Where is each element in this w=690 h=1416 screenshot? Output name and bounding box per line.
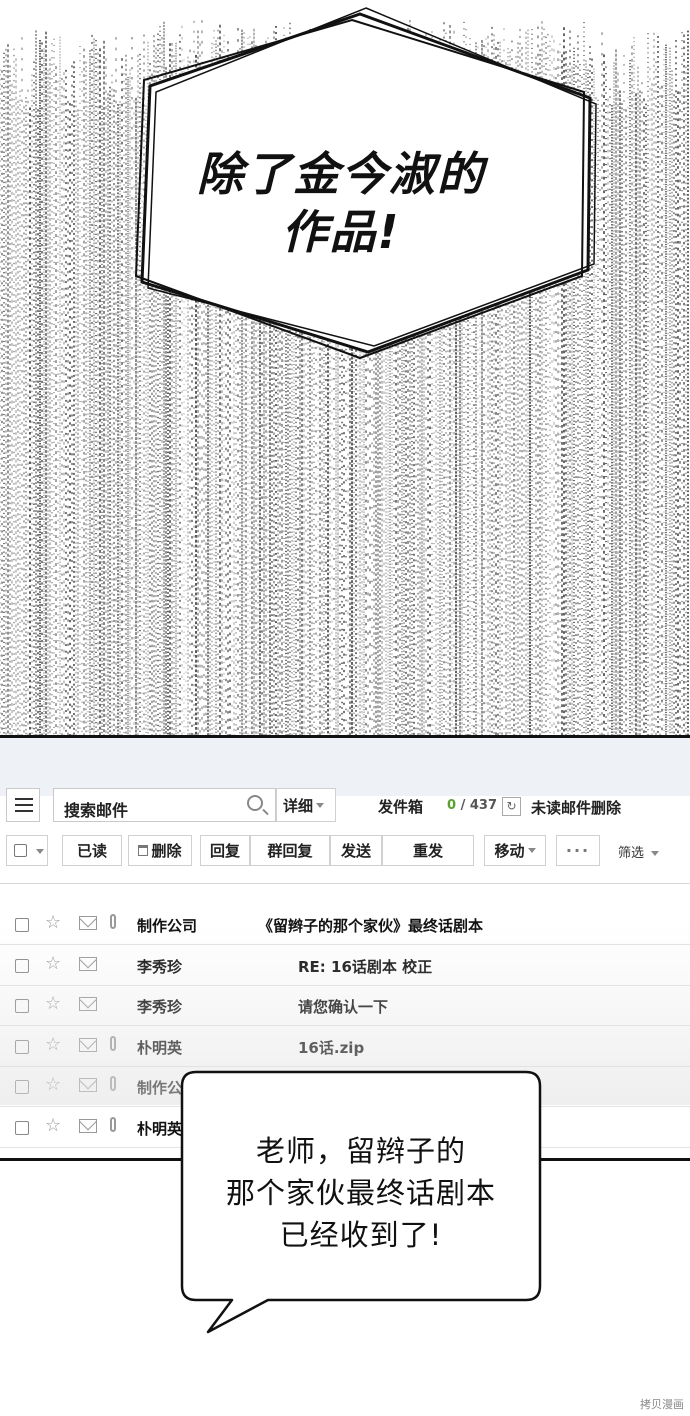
watermark: 拷贝漫画	[640, 1398, 684, 1411]
speech-text-line-1: 老师，留辫子的	[255, 1134, 466, 1168]
speech-text-line-2: 那个家伙最终话剧本	[225, 1176, 496, 1210]
speech-text-line-3: 已经收到了!	[279, 1218, 443, 1252]
